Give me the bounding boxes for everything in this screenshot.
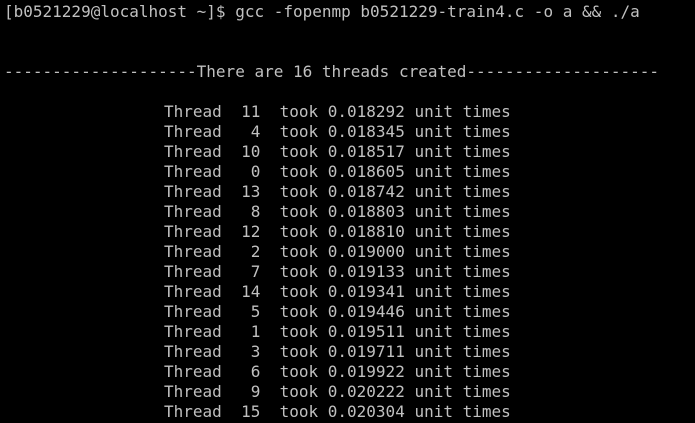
thread-row: Thread 13 took 0.018742 unit times	[164, 182, 511, 201]
thread-row: Thread 11 took 0.018292 unit times	[164, 102, 511, 121]
thread-row: Thread 5 took 0.019446 unit times	[164, 302, 511, 321]
thread-row: Thread 1 took 0.019511 unit times	[164, 322, 511, 341]
thread-row: Thread 6 took 0.019922 unit times	[164, 362, 511, 381]
thread-row: Thread 4 took 0.018345 unit times	[164, 122, 511, 141]
separator-line: --------------------There are 16 threads…	[4, 62, 660, 81]
thread-row: Thread 10 took 0.018517 unit times	[164, 142, 511, 161]
thread-results: Thread 11 took 0.018292 unit times Threa…	[4, 102, 695, 422]
thread-row: Thread 3 took 0.019711 unit times	[164, 342, 511, 361]
thread-row: Thread 9 took 0.020222 unit times	[164, 382, 511, 401]
command-line: [b0521229@localhost ~]$ gcc -fopenmp b05…	[4, 2, 640, 21]
blank-lines	[4, 22, 695, 62]
terminal-window[interactable]: [b0521229@localhost ~]$ gcc -fopenmp b05…	[0, 0, 695, 423]
thread-row: Thread 14 took 0.019341 unit times	[164, 282, 511, 301]
thread-row: Thread 0 took 0.018605 unit times	[164, 162, 511, 181]
thread-row: Thread 15 took 0.020304 unit times	[164, 402, 511, 421]
thread-row: Thread 8 took 0.018803 unit times	[164, 202, 511, 221]
thread-row: Thread 12 took 0.018810 unit times	[164, 222, 511, 241]
thread-row: Thread 2 took 0.019000 unit times	[164, 242, 511, 261]
thread-row: Thread 7 took 0.019133 unit times	[164, 262, 511, 281]
